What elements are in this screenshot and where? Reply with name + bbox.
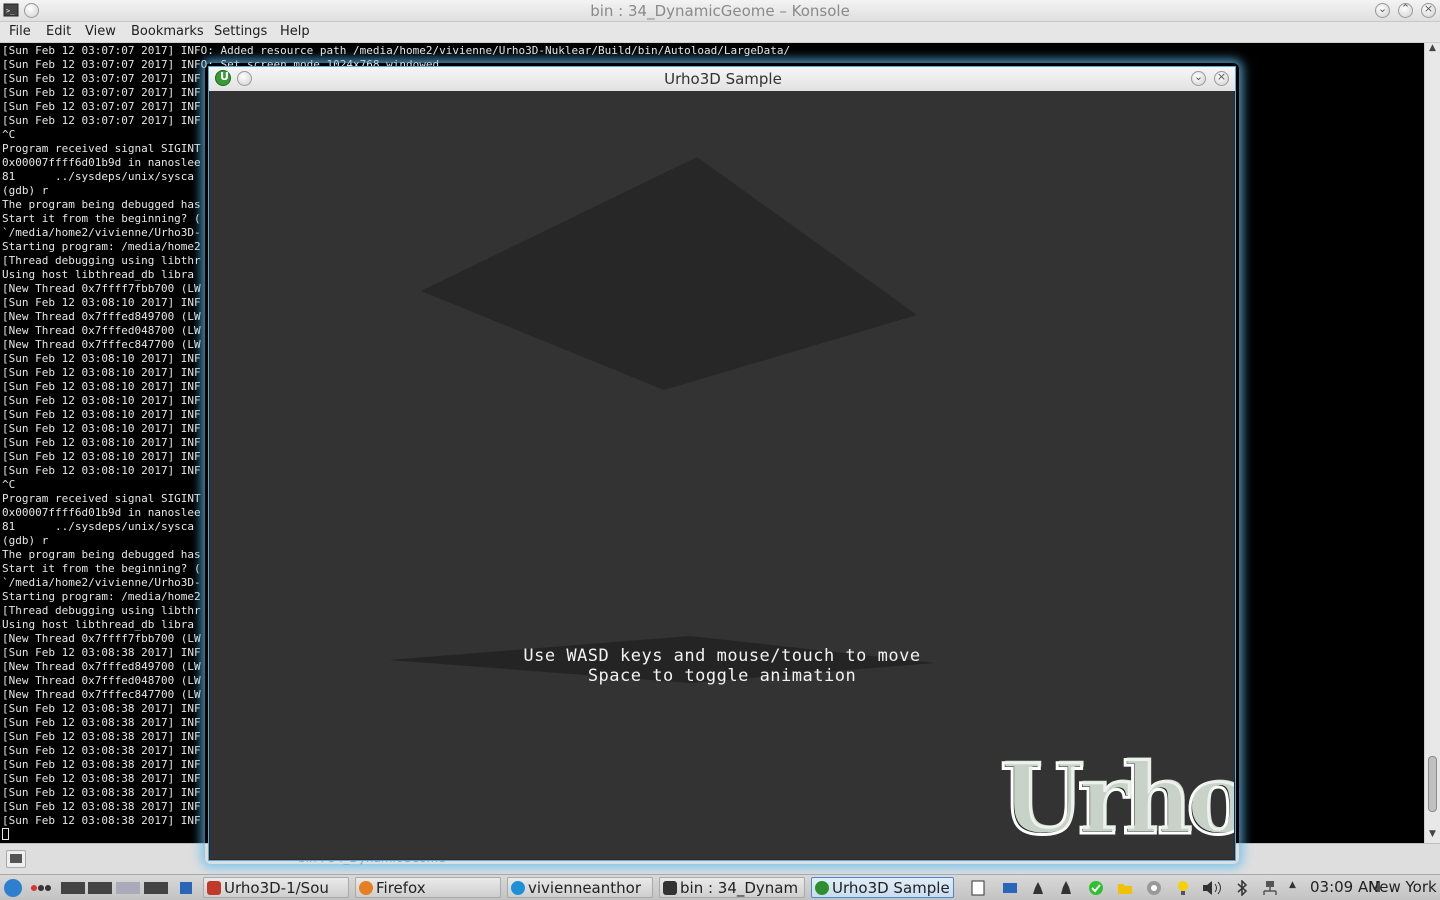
menu-bookmarks[interactable]: Bookmarks: [131, 24, 204, 39]
svg-text:Urho3D: Urho3D: [1002, 741, 1234, 854]
terminal-icon: [10, 854, 22, 863]
task-skype[interactable]: vivienneanthor: [507, 877, 653, 898]
menu-settings[interactable]: Settings: [214, 24, 267, 39]
instructions-text: Use WASD keys and mouse/touch to move Sp…: [210, 646, 1234, 686]
menu-help[interactable]: Help: [280, 24, 310, 39]
terminal-icon: [663, 881, 677, 895]
window-title: Urho3D Sample: [664, 70, 782, 88]
urho3d-window: U Urho3D Sample ⌄ × Urho3D Urho3D Use WA…: [208, 66, 1236, 861]
scroll-thumb[interactable]: [1428, 756, 1437, 812]
menu-file[interactable]: File: [9, 24, 31, 39]
menu-view[interactable]: View: [85, 24, 116, 39]
skype-icon: [511, 881, 525, 895]
folder-icon: [207, 881, 221, 895]
minimize-button[interactable]: ⌄: [1375, 2, 1390, 18]
media-icon[interactable]: [1146, 880, 1162, 896]
task-file-manager[interactable]: Urho3D-1/Sou: [203, 877, 349, 898]
task-firefox[interactable]: Firefox: [355, 877, 501, 898]
chess-king-icon[interactable]: [1058, 880, 1074, 896]
urho-titlebar[interactable]: U Urho3D Sample ⌄ ×: [209, 67, 1235, 91]
terminal-line: [Sun Feb 12 03:07:07 2017] INFO: Added r…: [2, 44, 791, 57]
new-tab-button[interactable]: [6, 850, 26, 868]
minimize-button[interactable]: ⌄: [1191, 70, 1206, 86]
lightbulb-icon[interactable]: [1175, 880, 1191, 896]
show-desktop-icon[interactable]: [178, 880, 194, 896]
instructions-line-1: Use WASD keys and mouse/touch to move: [523, 646, 921, 666]
updates-check-icon[interactable]: [1088, 880, 1104, 896]
close-button[interactable]: ×: [1421, 2, 1436, 18]
dynamic-plane-top: [421, 157, 917, 390]
scroll-down-arrow-icon[interactable]: ▼: [1425, 829, 1440, 843]
scroll-up-arrow-icon[interactable]: ▲: [1425, 43, 1440, 57]
menubar: File Edit View Bookmarks Settings Help: [0, 22, 1440, 43]
scene: Urho3D Urho3D: [389, 157, 1236, 858]
taskbar: Urho3D-1/Sou Firefox vivienneanthor bin …: [0, 874, 1440, 900]
menu-edit[interactable]: Edit: [46, 24, 71, 39]
expand-tray-icon[interactable]: ▲: [1289, 880, 1299, 896]
task-urho3d-sample[interactable]: Urho3D Sample: [811, 877, 954, 898]
folder-icon[interactable]: [1117, 880, 1133, 896]
close-button[interactable]: ×: [1214, 70, 1229, 86]
task-konsole[interactable]: bin : 34_Dynam: [659, 877, 805, 898]
terminal-scrollbar[interactable]: ▲ ▼: [1424, 43, 1440, 843]
bluetooth-icon[interactable]: [1234, 879, 1250, 897]
volume-icon[interactable]: [1202, 880, 1224, 896]
kde-menu-icon[interactable]: [4, 879, 22, 897]
maximize-button[interactable]: ⌃: [1398, 2, 1413, 18]
konsole-titlebar[interactable]: >_ bin : 34_DynamicGeome – Konsole ⌄ ⌃ ×: [0, 0, 1440, 22]
activity-dots-icon[interactable]: [30, 880, 52, 896]
timezone-label[interactable]: New York: [1368, 878, 1437, 896]
clipboard-icon[interactable]: [970, 880, 986, 896]
network-manager-icon[interactable]: [1002, 880, 1018, 896]
urho-icon: [815, 881, 829, 895]
urho3d-logo: Urho3D Urho3D: [999, 741, 1236, 858]
render-viewport[interactable]: Urho3D Urho3D Use WASD keys and mouse/to…: [210, 91, 1236, 859]
terminal-cursor: [2, 828, 9, 840]
network-icon[interactable]: [1262, 880, 1278, 896]
instructions-line-2: Space to toggle animation: [587, 666, 857, 686]
pager-icon[interactable]: [60, 880, 170, 896]
firefox-icon: [359, 881, 373, 895]
window-title: bin : 34_DynamicGeome – Konsole: [590, 2, 850, 20]
chess-pawn-icon[interactable]: [1030, 880, 1046, 896]
